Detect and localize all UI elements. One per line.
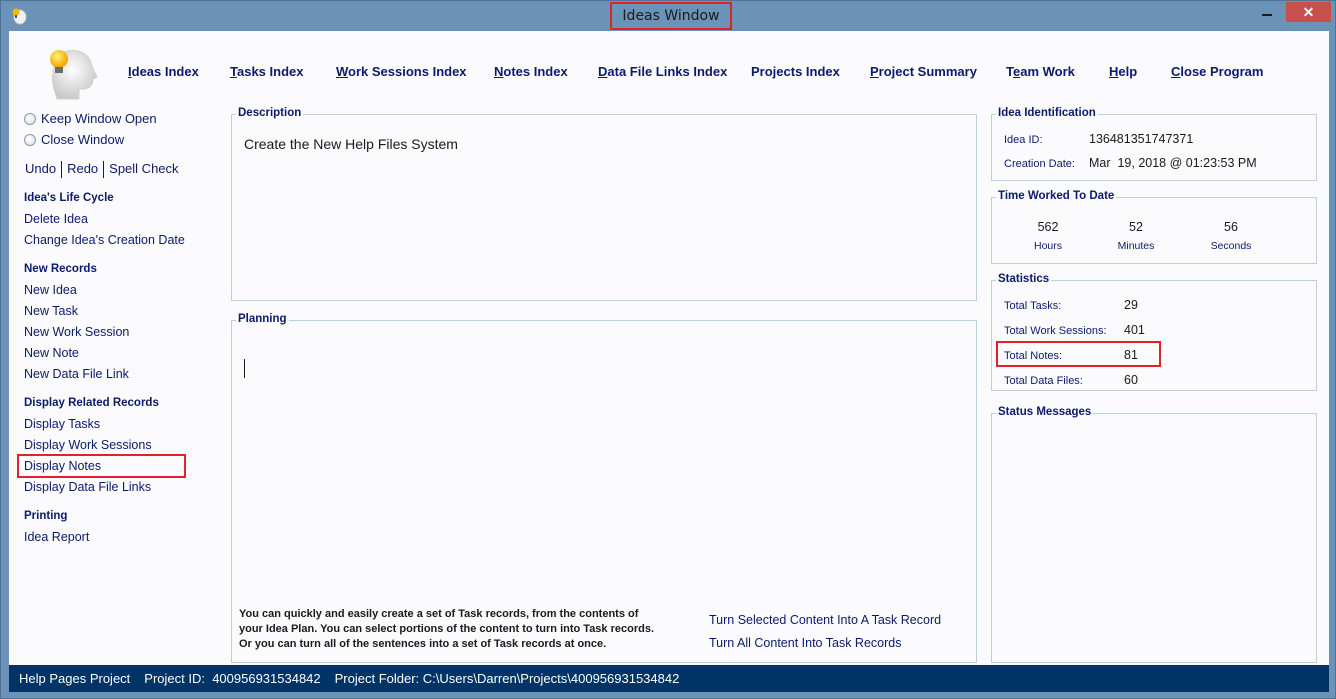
hours-label: Hours [1033, 240, 1062, 252]
change-creation-date-link[interactable]: Change Idea's Creation Date [24, 233, 185, 247]
seconds-value: 56 [1224, 220, 1238, 234]
accesskey-letter: C [1171, 64, 1181, 79]
turn-selected-into-task-link[interactable]: Turn Selected Content Into A Task Record [709, 613, 941, 627]
nav-projects-index[interactable]: Projects Index [751, 64, 840, 79]
project-id: Project ID: 400956931534842 [144, 671, 321, 686]
text-cursor [244, 359, 245, 378]
display-data-file-links-link[interactable]: Display Data File Links [24, 480, 151, 494]
accesskey-letter: W [336, 64, 349, 79]
accesskey-letter: H [1109, 64, 1119, 79]
accesskey-letter: D [598, 64, 608, 79]
new-idea-link[interactable]: New Idea [24, 283, 77, 297]
minutes-value: 52 [1129, 220, 1143, 234]
new-task-link[interactable]: New Task [24, 304, 78, 318]
radio-label: Keep Window Open [41, 111, 157, 126]
total-data-files-label: Total Data Files: [1004, 375, 1083, 387]
nav-help[interactable]: Help [1109, 64, 1137, 79]
turn-all-into-tasks-link[interactable]: Turn All Content Into Task Records [709, 636, 901, 650]
accesskey-letter: N [494, 64, 504, 79]
section-heading-printing: Printing [24, 510, 68, 522]
planning-textarea[interactable] [232, 321, 976, 601]
section-heading-life-cycle: Idea's Life Cycle [24, 192, 114, 204]
planning-group: Planning You can quickly and easily crea… [231, 313, 977, 663]
section-heading-new-records: New Records [24, 263, 97, 275]
sidebar: Keep Window Open Close Window Undo Redo … [9, 31, 229, 665]
time-worked-label: Time Worked To Date [996, 190, 1117, 202]
close-icon: ✕ [1302, 3, 1315, 20]
creation-date-value: Mar 19, 2018 @ 01:23:53 PM [1089, 156, 1257, 170]
status-bar: Help Pages Project Project ID: 400956931… [9, 665, 1329, 692]
app-lightbulb-head-icon [12, 8, 27, 25]
description-group: Description Create the New Help Files Sy… [231, 107, 977, 301]
statistics-group: Statistics Total Tasks: 29 Total Work Se… [991, 273, 1317, 391]
nav-notes-index[interactable]: Notes Index [494, 64, 568, 79]
edit-toolbar: Undo Redo Spell Check [24, 161, 180, 178]
total-tasks-label: Total Tasks: [1004, 300, 1062, 312]
divider [61, 161, 63, 178]
project-name: Help Pages Project [19, 671, 131, 686]
description-textarea[interactable]: Create the New Help Files System [232, 115, 976, 300]
new-work-session-link[interactable]: New Work Session [24, 325, 129, 339]
hint-line: your Idea Plan. You can select portions … [239, 623, 655, 635]
identification-label: Idea Identification [996, 107, 1098, 119]
radio-circle-icon [24, 112, 36, 125]
hint-line: Or you can turn all of the sentences int… [239, 638, 607, 650]
total-notes-label: Total Notes: [1004, 350, 1063, 362]
planning-hint: You can quickly and easily create a set … [239, 607, 699, 652]
display-work-sessions-link[interactable]: Display Work Sessions [24, 438, 152, 452]
minimize-icon [1261, 14, 1272, 16]
total-notes-value: 81 [1124, 348, 1138, 362]
accesskey-letter: e [1012, 64, 1021, 79]
redo-button[interactable]: Redo [66, 161, 99, 178]
delete-idea-link[interactable]: Delete Idea [24, 212, 88, 226]
section-heading-display-related: Display Related Records [24, 397, 159, 409]
statistics-label: Statistics [996, 273, 1052, 285]
window-title: Ideas Window [610, 2, 732, 30]
nav-team-work[interactable]: Team Work [1006, 64, 1075, 79]
idea-identification-group: Idea Identification Idea ID: 13648135174… [991, 107, 1317, 181]
total-data-files-value: 60 [1124, 373, 1138, 387]
display-notes-link[interactable]: Display Notes [24, 459, 101, 473]
project-folder: Project Folder: C:\Users\Darren\Projects… [334, 671, 680, 686]
accesskey-letter: T [230, 64, 237, 79]
accesskey-letter: P [870, 64, 879, 79]
nav-tasks-index[interactable]: Tasks Index [230, 64, 303, 79]
hours-value: 562 [1037, 220, 1059, 234]
hint-line: You can quickly and easily create a set … [239, 608, 639, 620]
total-work-sessions-value: 401 [1124, 323, 1145, 337]
nav-close-program[interactable]: Close Program [1171, 64, 1263, 79]
nav-project-summary[interactable]: Project Summary [870, 64, 977, 79]
client-area: Ideas Index Tasks Index Work Sessions In… [9, 31, 1329, 665]
seconds-label: Seconds [1210, 240, 1252, 252]
ideas-window: Ideas Window ✕ Ideas Index Tasks Index W… [0, 0, 1336, 699]
nav-data-file-links-index[interactable]: Data File Links Index [598, 64, 727, 79]
radio-label: Close Window [41, 132, 125, 147]
status-messages-area [992, 414, 1316, 662]
undo-button[interactable]: Undo [24, 161, 57, 178]
spell-check-button[interactable]: Spell Check [108, 161, 179, 178]
minutes-label: Minutes [1117, 240, 1155, 252]
radio-circle-icon [24, 133, 36, 146]
total-work-sessions-label: Total Work Sessions: [1004, 325, 1107, 337]
new-data-file-link-link[interactable]: New Data File Link [24, 367, 129, 381]
keep-window-open-radio[interactable]: Keep Window Open [24, 111, 157, 126]
new-note-link[interactable]: New Note [24, 346, 79, 360]
close-window-radio[interactable]: Close Window [24, 132, 124, 147]
title-bar[interactable]: Ideas Window ✕ [1, 1, 1336, 31]
idea-id-label: Idea ID: [1004, 134, 1043, 146]
status-messages-group: Status Messages [991, 406, 1317, 663]
time-worked-group: Time Worked To Date 562 Hours 52 Minutes… [991, 190, 1317, 264]
idea-id-value: 136481351747371 [1089, 132, 1194, 146]
divider [103, 161, 105, 178]
nav-work-sessions-index[interactable]: Work Sessions Index [336, 64, 467, 79]
total-tasks-value: 29 [1124, 298, 1138, 312]
display-tasks-link[interactable]: Display Tasks [24, 417, 100, 431]
close-button[interactable]: ✕ [1286, 2, 1331, 22]
description-text: Create the New Help Files System [244, 136, 458, 152]
creation-date-label: Creation Date: [1004, 158, 1075, 170]
minimize-button[interactable] [1253, 2, 1280, 22]
idea-report-link[interactable]: Idea Report [24, 530, 89, 544]
